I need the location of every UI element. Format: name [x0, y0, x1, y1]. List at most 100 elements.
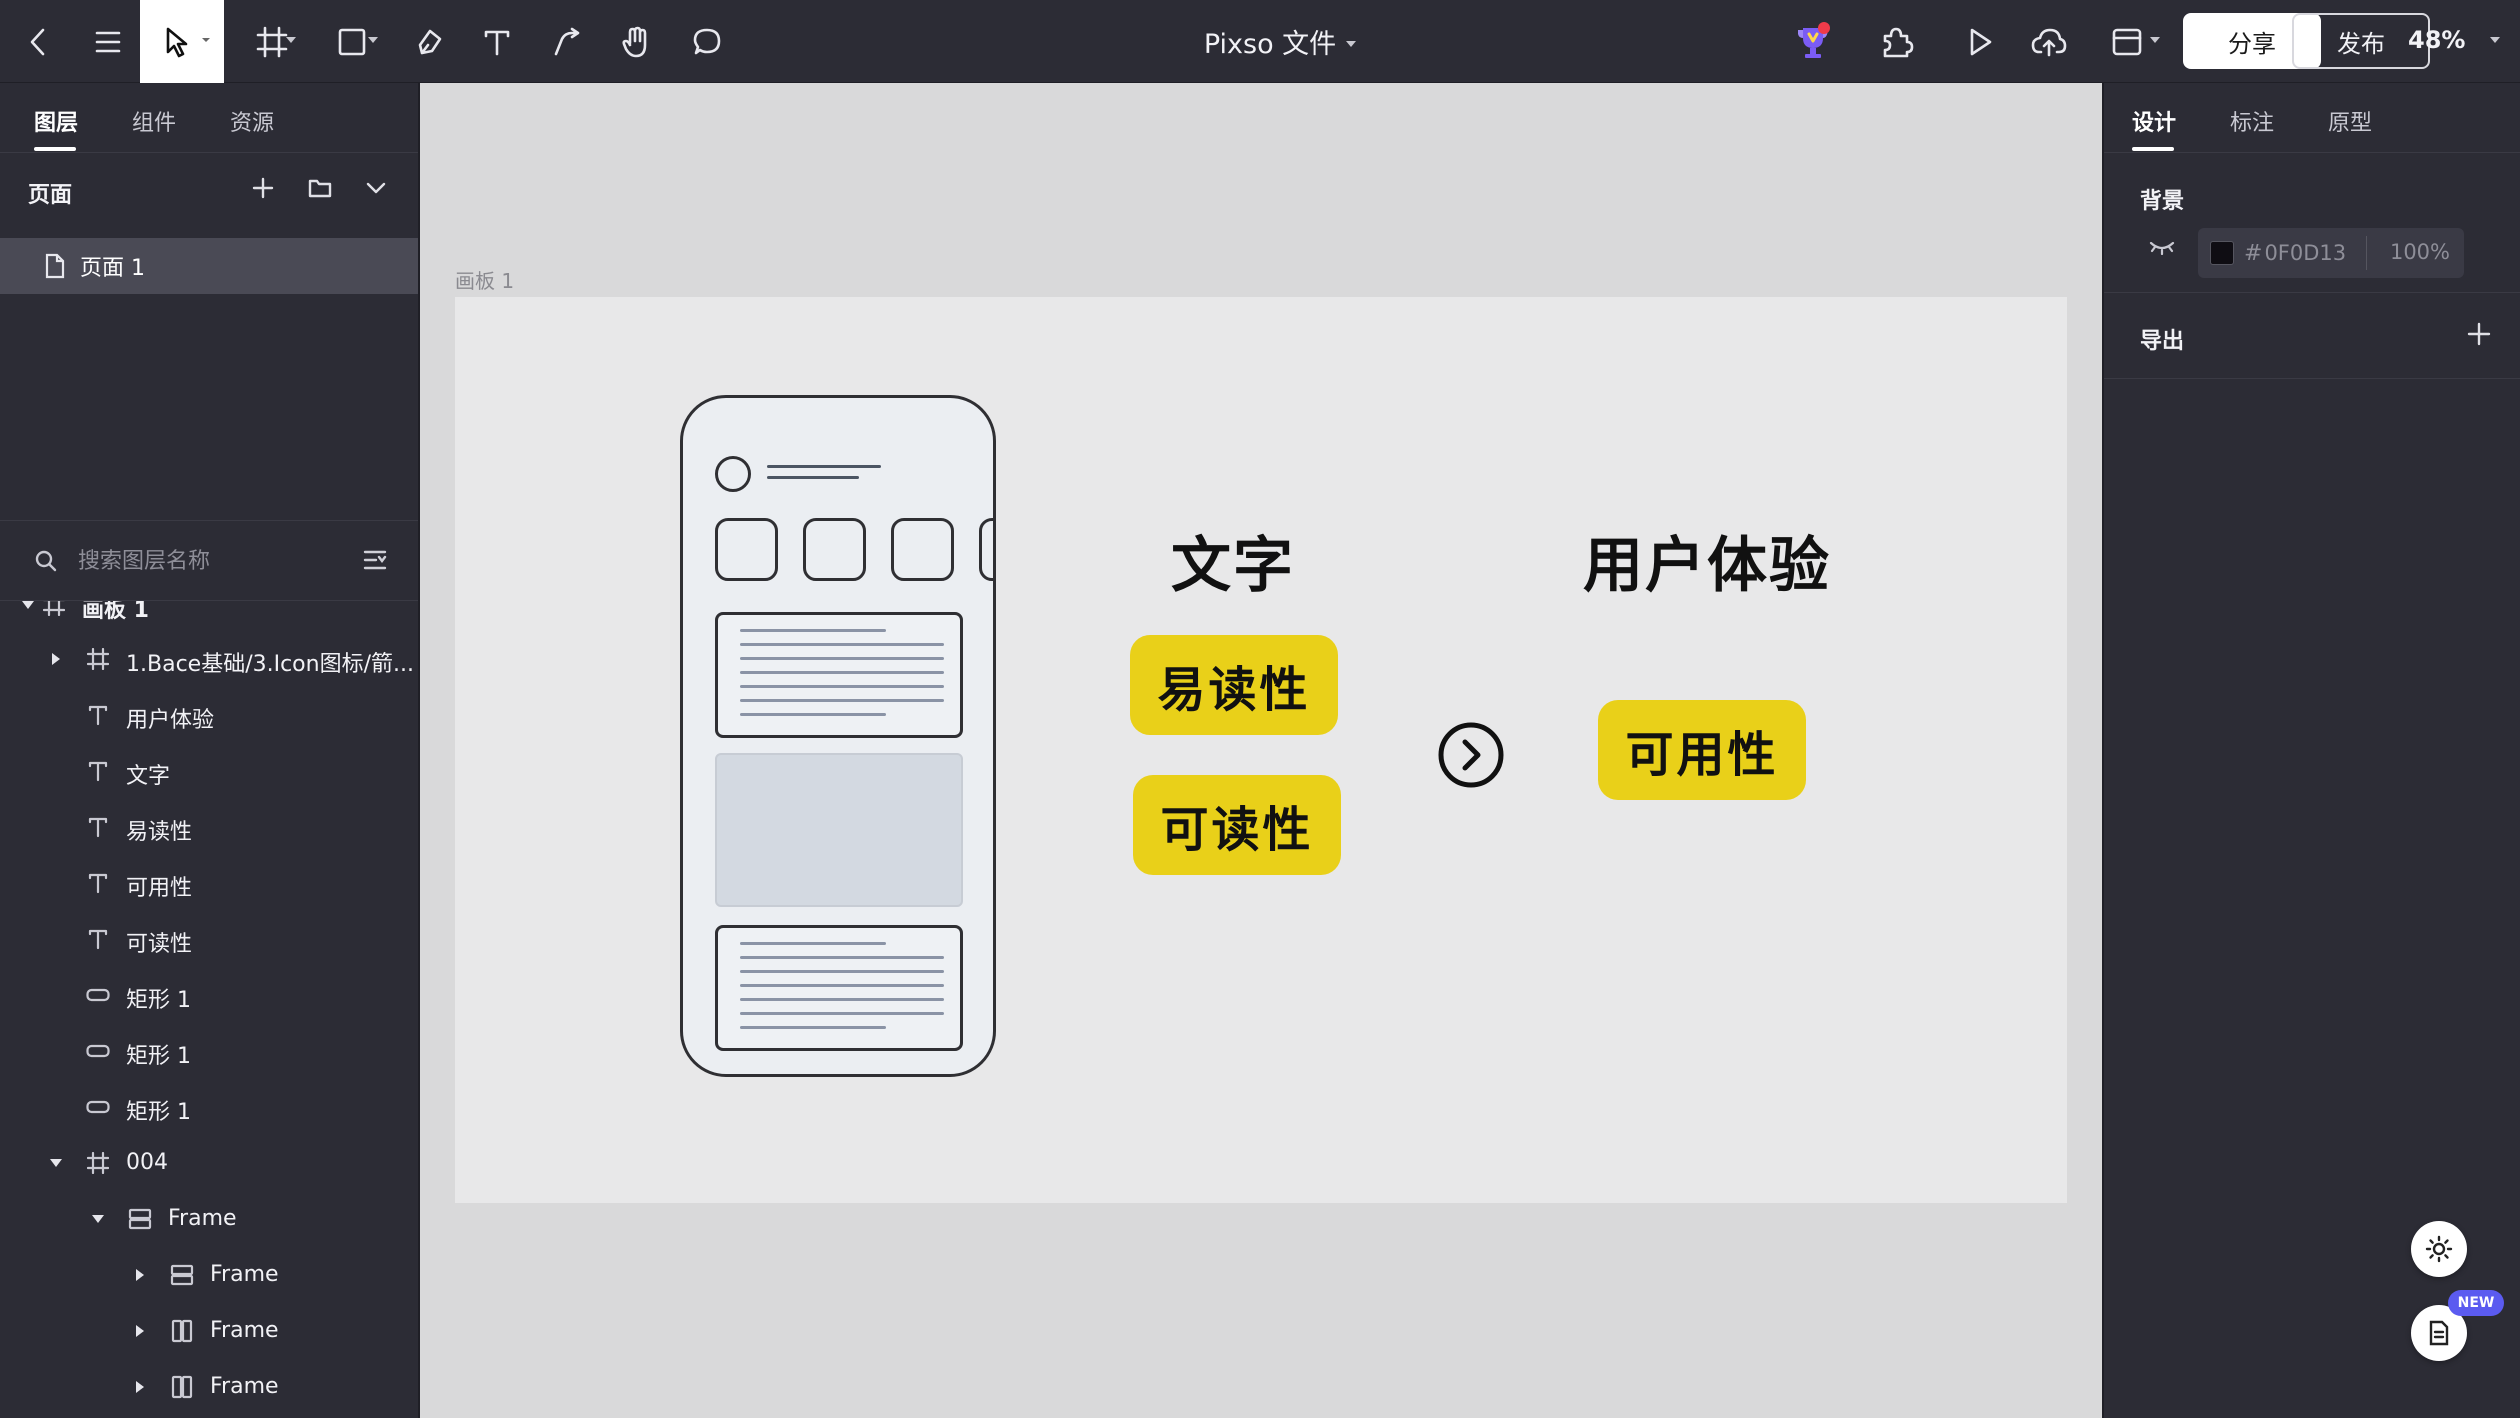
auto-layout-vertical-icon — [126, 1205, 154, 1233]
layer-row[interactable]: Frame — [0, 1191, 418, 1247]
page-folder-button[interactable] — [305, 173, 335, 203]
add-page-button[interactable] — [248, 173, 278, 203]
caret-down-icon — [368, 37, 378, 43]
layer-row[interactable]: 可用性 — [0, 855, 418, 911]
expand-arrow-icon[interactable] — [92, 1215, 104, 1223]
design-canvas[interactable]: 画板 1 文字 用户体验 易读性 可读性 可用性 — [420, 83, 2102, 1418]
layer-row[interactable]: Frame — [0, 1303, 418, 1359]
expand-arrow-icon[interactable] — [52, 653, 60, 665]
page-item[interactable]: 页面 1 — [0, 238, 418, 294]
auto-layout-vertical-icon — [168, 1261, 196, 1289]
tab-assets[interactable]: 资源 — [230, 105, 274, 137]
layer-row[interactable]: 矩形 1 — [0, 967, 418, 1023]
present-button[interactable] — [1955, 0, 2005, 83]
export-title: 导出 — [2140, 329, 2185, 354]
tab-design[interactable]: 设计 — [2132, 105, 2176, 137]
document-title-dropdown[interactable]: Pixso 文件 — [1150, 0, 1410, 83]
arrow-right-circle-icon[interactable] — [1437, 721, 1505, 793]
hand-tool-button[interactable] — [612, 0, 662, 83]
layer-row[interactable]: 1.Bace基础/3.Icon图标/箭... — [0, 631, 418, 687]
caret-down-icon — [2150, 37, 2160, 43]
search-input[interactable] — [78, 541, 348, 581]
theme-toggle-button[interactable] — [2411, 1221, 2467, 1277]
cursor-arrow-icon — [166, 27, 188, 57]
expand-arrow-icon[interactable] — [136, 1381, 144, 1393]
expand-arrow-icon[interactable] — [50, 1159, 62, 1167]
layer-name: 矩形 1 — [126, 1044, 191, 1069]
expand-arrow-icon[interactable] — [136, 1325, 144, 1337]
document-title: Pixso 文件 — [1203, 29, 1337, 60]
active-tab-indicator — [34, 147, 76, 151]
add-export-button[interactable] — [2466, 321, 2492, 351]
frame-icon — [40, 601, 68, 619]
layer-row[interactable]: 易读性 — [0, 799, 418, 855]
tab-prototype[interactable]: 原型 — [2328, 105, 2372, 137]
right-panel: 设计 标注 原型 背景 # 0F0D13 100% 导出 — [2102, 83, 2520, 1418]
heading-text[interactable]: 文字 — [1171, 517, 1295, 604]
frame-icon — [84, 645, 112, 673]
layer-row[interactable]: 矩形 1 — [0, 1023, 418, 1079]
expand-arrow-icon[interactable] — [22, 601, 34, 609]
hex-value[interactable]: 0F0D13 — [2264, 241, 2346, 265]
layer-row[interactable]: Frame — [0, 1247, 418, 1303]
layer-row[interactable]: 画板 1 — [0, 601, 418, 633]
background-color-field[interactable]: # 0F0D13 100% — [2198, 228, 2464, 278]
right-panel-tabs: 设计 标注 原型 — [2104, 83, 2520, 153]
tab-annotate[interactable]: 标注 — [2230, 105, 2274, 137]
back-button[interactable] — [10, 0, 66, 83]
opacity-value[interactable]: 100% — [2390, 240, 2450, 264]
left-panel-tabs: 图层 组件 资源 — [0, 83, 418, 153]
plugins-button[interactable] — [1872, 0, 1922, 83]
comment-tool-button[interactable] — [682, 0, 732, 83]
text-tool-button[interactable] — [472, 0, 522, 83]
layer-name: 可用性 — [126, 876, 193, 901]
layer-row[interactable]: 文字 — [0, 743, 418, 799]
layout-view-button[interactable] — [2100, 0, 2170, 83]
heading-ux[interactable]: 用户体验 — [1583, 517, 1831, 604]
tab-components[interactable]: 组件 — [132, 105, 176, 137]
color-swatch[interactable] — [2210, 241, 2234, 265]
caret-down-icon — [2490, 37, 2500, 43]
pen-icon — [418, 29, 442, 54]
rectangle-icon — [84, 1037, 112, 1065]
zoom-dropdown[interactable]: 48% — [2400, 0, 2520, 83]
avatar-circle — [715, 456, 751, 492]
background-section: 背景 # 0F0D13 100% — [2104, 153, 2520, 293]
artboard-label[interactable]: 画板 1 — [455, 265, 514, 294]
trophy-icon — [1798, 21, 1830, 58]
puzzle-icon — [1883, 27, 1914, 57]
caret-down-icon — [1346, 40, 1357, 47]
trophy-button[interactable] — [1788, 0, 1838, 83]
layer-name: 易读性 — [126, 820, 193, 845]
hand-icon — [622, 26, 647, 57]
visibility-toggle-button[interactable] — [2148, 239, 2176, 259]
connector-tool-button[interactable] — [542, 0, 592, 83]
collapse-pages-button[interactable] — [361, 173, 391, 203]
layer-row[interactable]: 004 — [0, 1135, 418, 1191]
move-tool-button[interactable] — [140, 0, 224, 83]
layer-name: 1.Bace基础/3.Icon图标/箭... — [126, 652, 414, 677]
expand-arrow-icon[interactable] — [136, 1269, 144, 1281]
artboard[interactable]: 文字 用户体验 易读性 可读性 可用性 — [455, 297, 2067, 1203]
layer-name: 矩形 1 — [126, 988, 191, 1013]
sun-icon — [2425, 1235, 2453, 1263]
layer-filter-button[interactable] — [362, 547, 388, 577]
icon-tile — [979, 518, 993, 581]
layer-row[interactable]: Frame — [0, 1359, 418, 1415]
phone-wireframe[interactable] — [680, 395, 996, 1077]
layer-row[interactable]: 可读性 — [0, 911, 418, 967]
filter-list-icon — [363, 550, 387, 570]
tab-layers[interactable]: 图层 — [34, 105, 78, 137]
chevron-down-icon — [366, 182, 386, 194]
main-menu-button[interactable] — [80, 0, 136, 83]
pill-usability[interactable]: 可用性 — [1598, 700, 1806, 800]
layer-row[interactable]: 矩形 1 — [0, 1079, 418, 1135]
shape-tool-button[interactable] — [320, 0, 384, 83]
pen-tool-button[interactable] — [405, 0, 455, 83]
frame-tool-button[interactable] — [240, 0, 304, 83]
pill-legibility[interactable]: 易读性 — [1130, 635, 1338, 735]
upload-button[interactable] — [2024, 0, 2074, 83]
pill-readability[interactable]: 可读性 — [1133, 775, 1341, 875]
layer-name: 文字 — [126, 764, 171, 789]
layer-row[interactable]: 用户体验 — [0, 687, 418, 743]
